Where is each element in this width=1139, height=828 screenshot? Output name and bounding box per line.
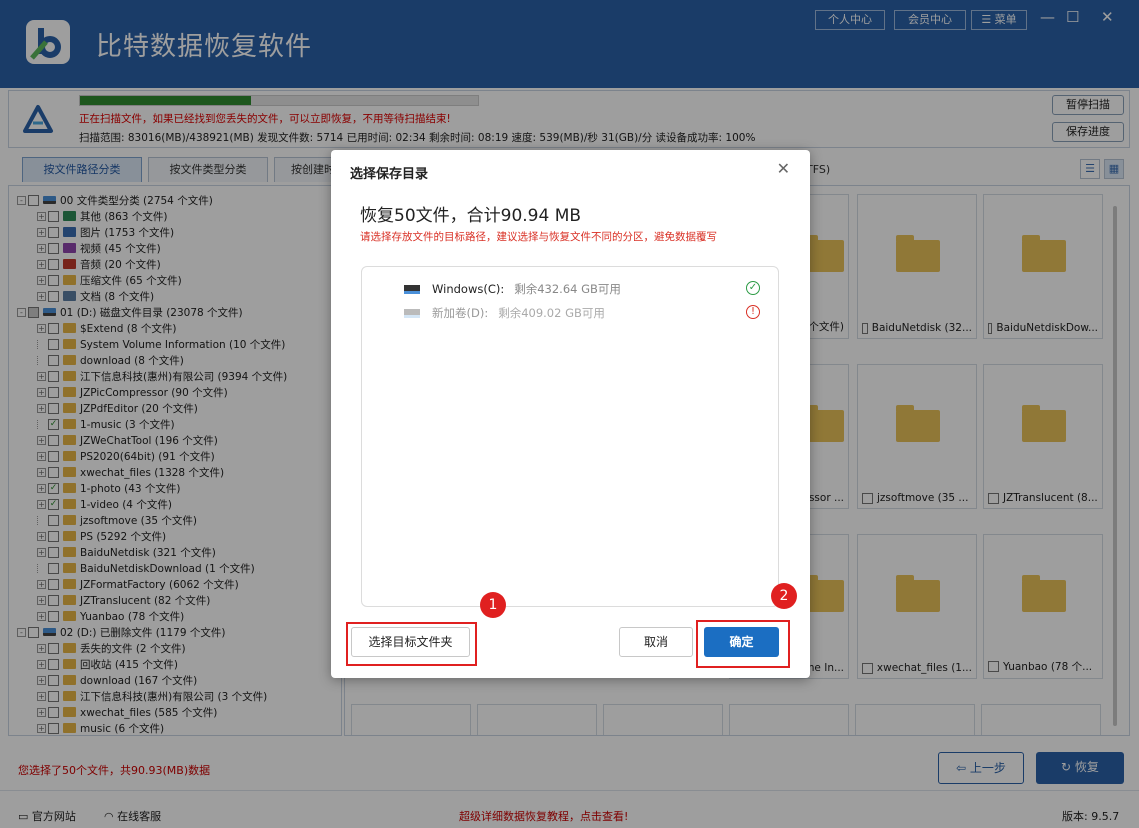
drive-list: Windows(C): 剩余432.64 GB可用 ✓ 新加卷(D): 剩余40… xyxy=(361,266,779,607)
dialog-close-icon[interactable]: ✕ xyxy=(777,159,790,178)
dialog-title: 选择保存目录 xyxy=(350,167,429,182)
warning-circle-icon: ! xyxy=(746,305,760,319)
drive-item-c[interactable]: Windows(C): 剩余432.64 GB可用 xyxy=(404,281,621,297)
highlight-box-choose xyxy=(346,622,477,666)
highlight-box-confirm xyxy=(696,620,790,668)
check-circle-icon: ✓ xyxy=(746,281,760,295)
dialog-hint: 请选择存放文件的目标路径，建议选择与恢复文件不同的分区，避免数据覆写 xyxy=(360,231,717,243)
drive-item-d[interactable]: 新加卷(D): 剩余409.02 GB可用 xyxy=(404,305,605,321)
step-marker-2: 2 xyxy=(771,583,797,609)
windows-drive-icon xyxy=(404,284,420,294)
drive-icon xyxy=(404,308,420,318)
dialog-headline: 恢复50文件，合计90.94 MB xyxy=(360,206,582,226)
step-marker-1: 1 xyxy=(480,592,506,618)
cancel-button[interactable]: 取消 xyxy=(619,627,693,657)
save-directory-dialog: 选择保存目录 ✕ 恢复50文件，合计90.94 MB 请选择存放文件的目标路径，… xyxy=(331,150,810,678)
